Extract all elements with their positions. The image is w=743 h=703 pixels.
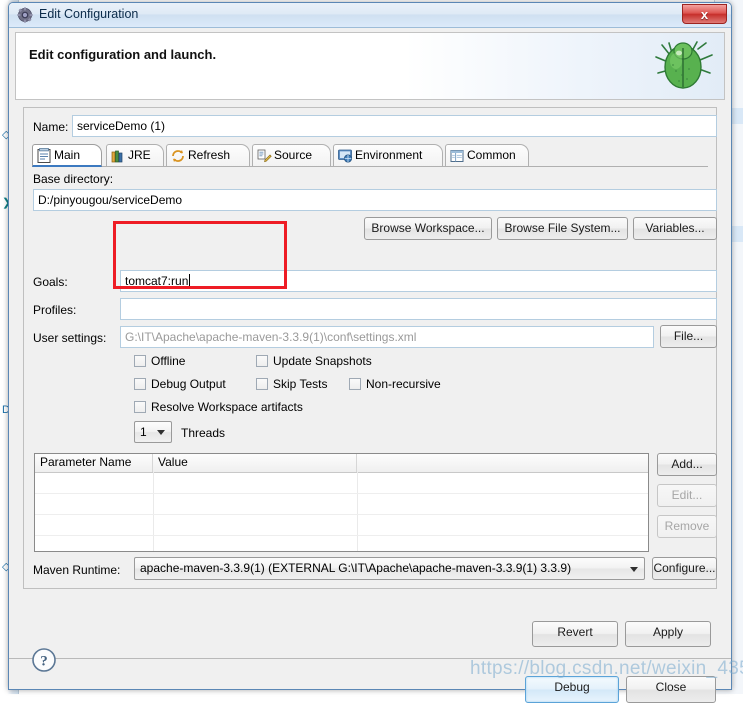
remove-parameter-button: Remove — [657, 515, 717, 538]
chevron-down-icon — [630, 567, 638, 572]
tab-common-label: Common — [467, 148, 516, 162]
checkbox-update-snapshots[interactable]: Update Snapshots — [256, 354, 372, 368]
checkbox-update-snapshots-label: Update Snapshots — [273, 354, 372, 368]
checkbox-offline-box[interactable] — [134, 355, 146, 367]
table-row[interactable] — [35, 472, 648, 494]
tab-source[interactable]: Source — [252, 144, 331, 167]
main-content-group: Name: serviceDemo (1) Main — [23, 107, 717, 589]
checkbox-update-snapshots-box[interactable] — [256, 355, 268, 367]
question-mark-icon[interactable]: ? — [31, 647, 57, 673]
tab-main[interactable]: Main — [32, 144, 102, 167]
variables-button[interactable]: Variables... — [633, 217, 717, 240]
dialog-titlebar[interactable]: Edit Configuration x — [9, 3, 731, 28]
books-icon — [110, 148, 126, 164]
name-input[interactable]: serviceDemo (1) — [72, 115, 717, 137]
column-header-value[interactable]: Value — [153, 454, 357, 472]
checkbox-non-recursive-label: Non-recursive — [366, 377, 441, 391]
edit-configuration-dialog: Edit Configuration x Edit configuration … — [8, 2, 732, 690]
gear-icon — [17, 7, 33, 23]
base-directory-label: Base directory: — [33, 172, 113, 186]
profiles-input[interactable] — [120, 298, 717, 320]
checkbox-non-recursive[interactable]: Non-recursive — [349, 377, 441, 391]
maven-runtime-value: apache-maven-3.3.9(1) (EXTERNAL G:\IT\Ap… — [140, 561, 571, 575]
checkbox-resolve-workspace-artifacts-box[interactable] — [134, 401, 146, 413]
banner-title: Edit configuration and launch. — [29, 47, 216, 62]
debug-button[interactable]: Debug — [525, 676, 619, 703]
checkbox-resolve-workspace-artifacts-label: Resolve Workspace artifacts — [151, 400, 303, 414]
refresh-icon — [170, 148, 186, 164]
checkbox-skip-tests[interactable]: Skip Tests — [256, 377, 327, 391]
tab-environment-label: Environment — [355, 148, 422, 162]
tab-source-label: Source — [274, 148, 312, 162]
parameters-table[interactable]: Parameter Name Value — [34, 453, 649, 552]
checkbox-debug-output[interactable]: Debug Output — [134, 377, 226, 391]
source-edit-icon — [256, 148, 272, 164]
maven-runtime-combobox[interactable]: apache-maven-3.3.9(1) (EXTERNAL G:\IT\Ap… — [134, 557, 645, 580]
column-header-extra[interactable] — [357, 454, 648, 472]
bug-icon — [652, 35, 716, 97]
base-directory-input[interactable]: D:/pinyougou/serviceDemo — [33, 189, 717, 211]
chevron-down-icon — [157, 430, 165, 435]
column-header-parameter-name[interactable]: Parameter Name — [35, 454, 153, 472]
tab-environment[interactable]: Environment — [333, 144, 443, 167]
profiles-label: Profiles: — [33, 303, 76, 317]
tab-refresh[interactable]: Refresh — [166, 144, 250, 167]
checkbox-offline-label: Offline — [151, 354, 185, 368]
close-button[interactable]: Close — [626, 676, 716, 703]
table-row[interactable] — [35, 493, 648, 515]
user-settings-file-button[interactable]: File... — [660, 325, 717, 348]
dialog-title: Edit Configuration — [39, 7, 138, 21]
checkbox-non-recursive-box[interactable] — [349, 378, 361, 390]
checkbox-offline[interactable]: Offline — [134, 354, 185, 368]
goals-value: tomcat7:run — [125, 274, 188, 288]
goals-label: Goals: — [33, 275, 68, 289]
user-settings-input[interactable]: G:\IT\Apache\apache-maven-3.3.9(1)\conf\… — [120, 326, 654, 348]
checkbox-skip-tests-box[interactable] — [256, 378, 268, 390]
configure-maven-button[interactable]: Configure... — [652, 557, 717, 580]
common-icon — [449, 148, 465, 164]
user-settings-label: User settings: — [33, 331, 106, 345]
checkbox-resolve-workspace-artifacts[interactable]: Resolve Workspace artifacts — [134, 400, 303, 414]
tab-underline — [32, 166, 708, 167]
parameters-table-header: Parameter Name Value — [35, 454, 648, 473]
apply-button[interactable]: Apply — [625, 621, 711, 647]
threads-value: 1 — [140, 425, 147, 439]
tab-common[interactable]: Common — [445, 144, 529, 167]
name-label: Name: — [33, 120, 68, 134]
tab-jre-label: JRE — [128, 148, 151, 162]
threads-label: Threads — [181, 426, 225, 440]
tab-jre[interactable]: JRE — [106, 144, 164, 167]
close-window-button[interactable]: x — [682, 4, 727, 24]
footer-separator — [9, 658, 731, 659]
environment-icon — [337, 148, 353, 164]
tab-refresh-label: Refresh — [188, 148, 230, 162]
threads-combobox[interactable]: 1 — [134, 421, 172, 443]
revert-button[interactable]: Revert — [532, 621, 618, 647]
edit-parameter-button: Edit... — [657, 484, 717, 507]
checkbox-debug-output-label: Debug Output — [151, 377, 226, 391]
tab-bar: Main JRE — [32, 144, 708, 167]
add-parameter-button[interactable]: Add... — [657, 453, 717, 476]
browse-file-system-button[interactable]: Browse File System... — [497, 217, 628, 240]
goals-input[interactable]: tomcat7:run — [120, 270, 717, 292]
svg-text:?: ? — [40, 653, 48, 669]
checkbox-skip-tests-label: Skip Tests — [273, 377, 327, 391]
maven-runtime-label: Maven Runtime: — [33, 563, 120, 577]
document-icon — [36, 148, 52, 164]
text-caret — [189, 274, 190, 287]
table-row[interactable] — [35, 514, 648, 536]
table-row[interactable] — [35, 535, 648, 556]
tab-main-label: Main — [54, 148, 80, 162]
checkbox-debug-output-box[interactable] — [134, 378, 146, 390]
browse-workspace-button[interactable]: Browse Workspace... — [364, 217, 492, 240]
dialog-banner: Edit configuration and launch. — [15, 32, 725, 100]
